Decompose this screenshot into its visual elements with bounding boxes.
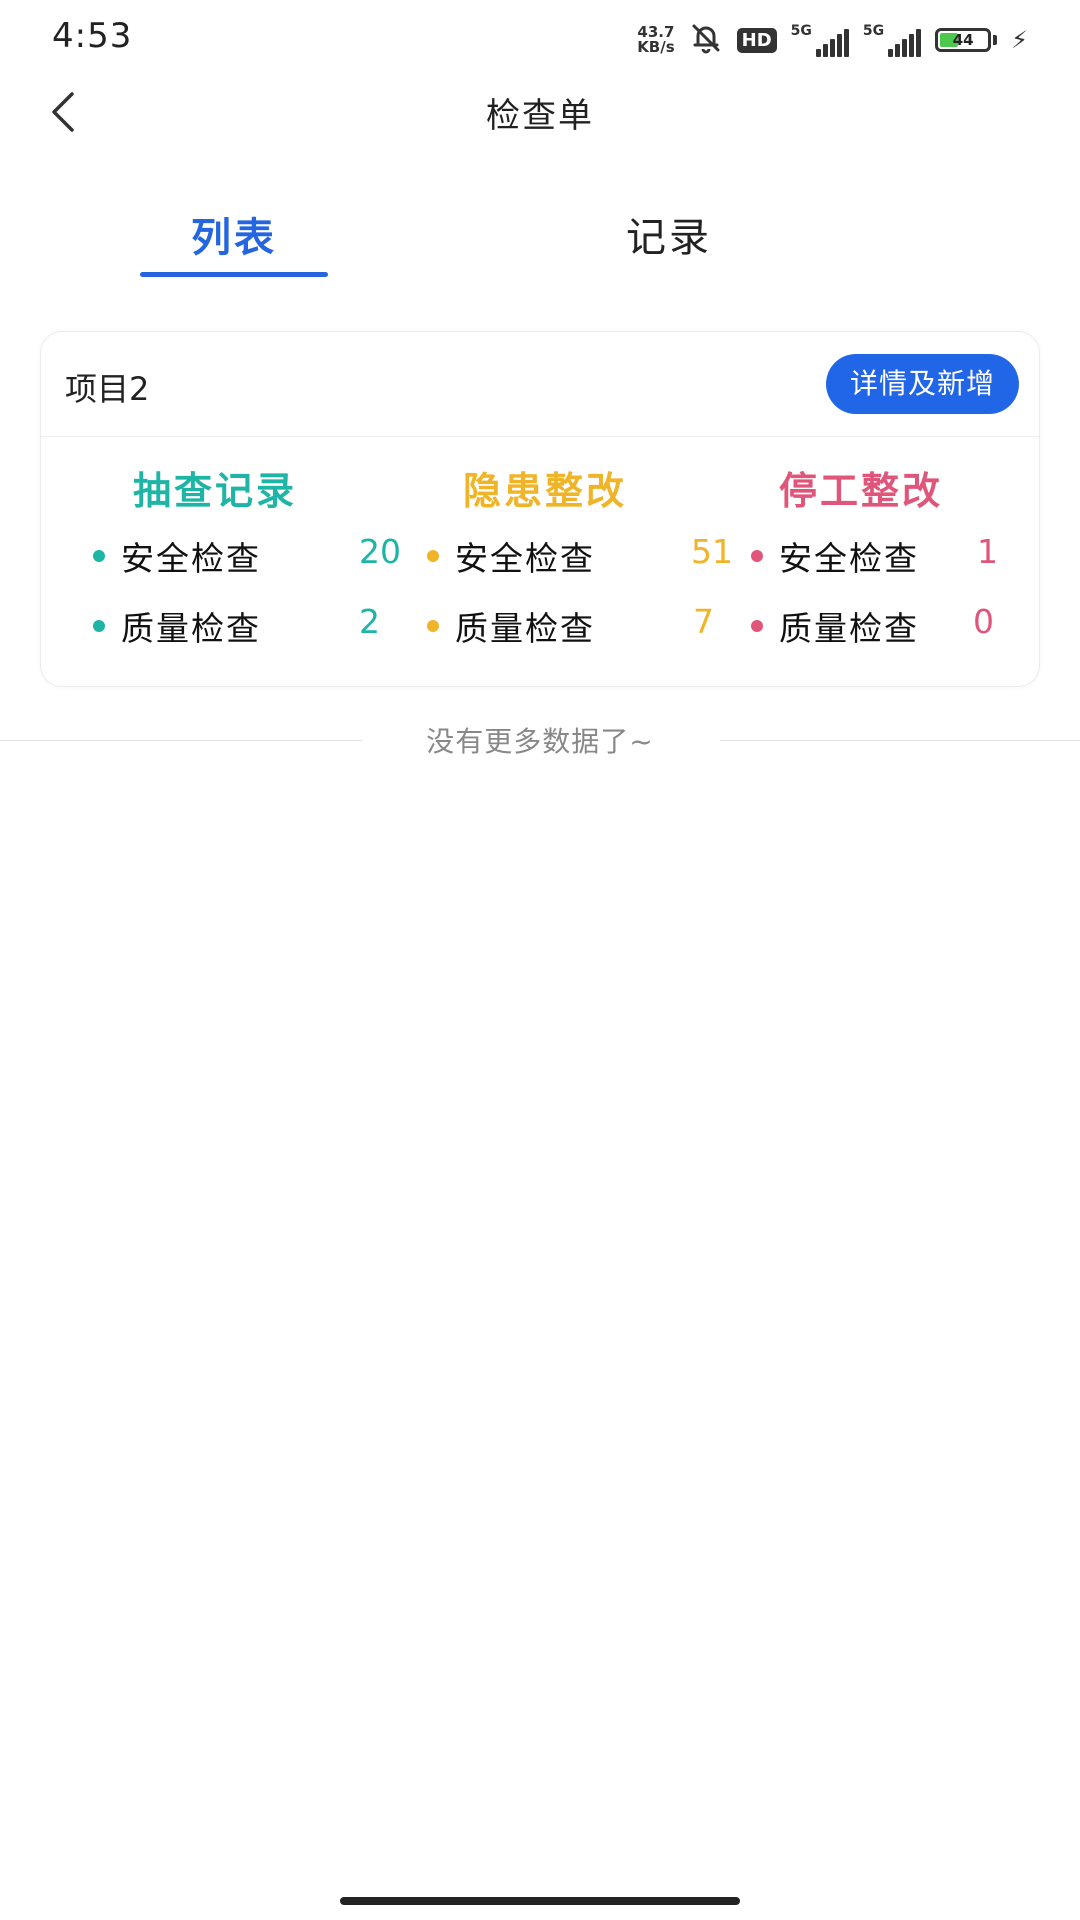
bullet-dot-icon xyxy=(751,550,763,562)
home-indicator[interactable] xyxy=(340,1897,740,1905)
battery-level: 44 xyxy=(952,31,974,49)
tab-active-indicator xyxy=(140,272,328,277)
stat-value: 2 xyxy=(359,602,380,641)
status-time: 4:53 xyxy=(52,16,133,56)
project-card: 项目2 详情及新增 抽查记录 安全检查 20 质量检查 2 隐患整改 安全检查 … xyxy=(40,331,1040,687)
stat-value: 1 xyxy=(977,532,998,571)
spot-check-column[interactable]: 抽查记录 安全检查 20 质量检查 2 xyxy=(93,460,401,648)
column-title: 隐患整改 xyxy=(463,469,628,513)
stat-label: 质量检查 xyxy=(455,609,595,648)
network-speed-unit: KB/s xyxy=(637,38,675,56)
status-bar: 4:53 43.7 KB/s HD 5G 5G 44 ⚡ xyxy=(0,0,1080,80)
signal-strength-icon: 5G xyxy=(791,23,849,57)
bullet-dot-icon xyxy=(93,620,105,632)
signal-type-label: 5G xyxy=(862,23,885,39)
stat-value: 0 xyxy=(973,602,994,641)
tab-records[interactable]: 记录 xyxy=(575,205,763,263)
signal-strength-icon: 5G xyxy=(862,23,922,57)
tab-list[interactable]: 列表 xyxy=(140,205,328,263)
signal-type-label: 5G xyxy=(790,23,812,39)
stat-value: 51 xyxy=(691,532,733,571)
page-title: 检查单 xyxy=(486,96,594,136)
bullet-dot-icon xyxy=(93,550,105,562)
battery-icon: 44 xyxy=(935,28,992,52)
bell-muted-icon xyxy=(689,21,723,59)
stat-value: 7 xyxy=(693,602,714,641)
stat-value: 20 xyxy=(359,532,401,571)
hazard-rectification-column[interactable]: 隐患整改 安全检查 51 质量检查 7 xyxy=(427,460,733,648)
stat-label: 质量检查 xyxy=(121,609,261,648)
stat-label: 安全检查 xyxy=(455,539,595,578)
hd-voice-icon: HD xyxy=(736,27,777,53)
stat-label: 安全检查 xyxy=(121,539,261,578)
battery-nub xyxy=(993,35,998,45)
stat-label: 质量检查 xyxy=(779,609,919,648)
nav-bar: 检查单 xyxy=(0,80,1080,140)
no-more-data-hint: 没有更多数据了~ xyxy=(0,720,1080,760)
stat-row[interactable]: 质量检查 xyxy=(751,602,919,650)
stat-label: 安全检查 xyxy=(779,539,919,578)
project-name: 项目2 xyxy=(65,370,150,408)
stat-row[interactable]: 安全检查 xyxy=(93,532,261,580)
stat-row[interactable]: 质量检查 xyxy=(427,602,595,650)
column-title: 停工整改 xyxy=(779,469,944,513)
work-stoppage-column[interactable]: 停工整改 安全检查 1 质量检查 0 xyxy=(751,460,1031,648)
tab-bar: 列表 记录 xyxy=(0,195,1080,280)
stat-row[interactable]: 安全检查 xyxy=(751,532,919,580)
no-more-data-text: 没有更多数据了~ xyxy=(426,725,654,758)
charging-bolt-icon: ⚡ xyxy=(1011,26,1028,54)
network-speed: 43.7 KB/s xyxy=(637,25,674,55)
details-and-add-button[interactable]: 详情及新增 xyxy=(825,354,1019,414)
stat-row[interactable]: 质量检查 xyxy=(93,602,261,650)
bullet-dot-icon xyxy=(427,620,439,632)
bullet-dot-icon xyxy=(751,620,763,632)
column-title: 抽查记录 xyxy=(133,469,298,513)
card-header: 项目2 详情及新增 xyxy=(41,332,1039,437)
status-icons: 43.7 KB/s HD 5G 5G 44 ⚡ xyxy=(637,20,1028,60)
bullet-dot-icon xyxy=(427,550,439,562)
stat-row[interactable]: 安全检查 xyxy=(427,532,595,580)
